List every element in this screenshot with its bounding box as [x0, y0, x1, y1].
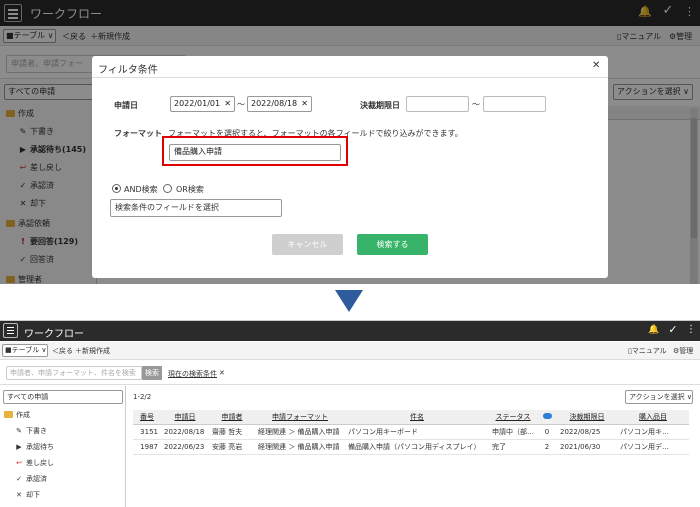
col-deadline[interactable]: 決裁期限日 — [557, 410, 617, 425]
cell-applicant: 安藤 亮岩 — [209, 439, 255, 455]
col-comments[interactable] — [537, 410, 557, 425]
cell-status: 完了 — [489, 439, 537, 455]
tree-group-create[interactable]: 作成 — [4, 410, 30, 420]
hamburger-icon[interactable] — [3, 323, 18, 338]
folder-icon — [4, 411, 13, 418]
cell-comments: 0 — [537, 424, 557, 440]
table-row[interactable]: 3151 2022/08/18 齋藤 哲夫 経理関連 ＞ 備品購入申請 パソコン… — [133, 424, 689, 440]
search-button[interactable]: 検索 — [142, 366, 162, 380]
check-icon: ✓ — [16, 475, 22, 483]
date-from-input[interactable]: 2022/01/01 ✕ — [170, 96, 235, 112]
modal-title: フィルタ条件 — [98, 65, 158, 76]
tree-item-pending[interactable]: ▶ 承認待ち — [14, 442, 54, 452]
search-button[interactable]: 検索する — [357, 234, 428, 255]
tree-item-draft[interactable]: ✎ 下書き — [14, 426, 47, 436]
play-icon: ▶ — [16, 443, 22, 451]
or-radio[interactable] — [163, 184, 172, 193]
tree-item-rejected[interactable]: ✕ 却下 — [14, 490, 40, 500]
table-header-row: 番号 申請日 申請者 申請フォーマット 件名 ステータス 決裁期限日 購入品目 — [133, 410, 689, 425]
cell-deadline: 2022/08/25 — [557, 424, 617, 440]
manual-link[interactable]: ▯マニュアル — [628, 346, 667, 356]
col-applicant[interactable]: 申請者 — [209, 410, 255, 425]
return-arrow-icon: ↩ — [16, 459, 22, 467]
deadline-from-input[interactable] — [406, 96, 469, 112]
clear-condition-icon[interactable]: ✕ — [219, 369, 225, 377]
cell-applicant: 齋藤 哲夫 — [209, 424, 255, 440]
cell-format: 経理関連 ＞ 備品購入申請 — [255, 439, 345, 455]
new-link[interactable]: ＋新規作成 — [75, 346, 110, 356]
tilde: ～ — [237, 100, 245, 109]
cell-status: 申請中（部… — [489, 424, 537, 440]
cell-apply-date: 2022/06/23 — [161, 439, 209, 455]
deadline-label: 決裁期限日 — [360, 101, 400, 110]
vertical-dots-icon[interactable]: ⋮ — [686, 324, 696, 335]
cell-comments: 2 — [537, 439, 557, 455]
format-field[interactable]: 備品購入申請 — [169, 144, 341, 161]
request-table: 番号 申請日 申請者 申請フォーマット 件名 ステータス 決裁期限日 購入品目 … — [133, 410, 689, 455]
result-count: 1-2/2 — [133, 393, 152, 401]
search-input[interactable]: 申請者、申請フォーマット、件名を検索 — [6, 366, 142, 380]
checkmark-icon[interactable]: ✓ — [666, 323, 680, 336]
bell-icon[interactable]: 🔔 — [648, 325, 660, 335]
deadline-to-input[interactable] — [483, 96, 546, 112]
comment-bubble-icon — [542, 412, 552, 419]
and-label: AND検索 — [124, 185, 158, 194]
col-number[interactable]: 番号 — [133, 410, 161, 425]
sidebar: すべての申請 作成 ✎ 下書き ▶ 承認待ち ↩ 差し戻し ✓ 承認済 ✕ 却下 — [0, 386, 126, 507]
app-header: ワークフロー 🔔 ✓ ⋮ — [0, 321, 700, 341]
top-screenshot: ワークフロー 🔔 ✓ ⋮ ■テーブル ∨ ＜戻る ＋新規作成 ▯マニュアル ⚙管… — [0, 0, 700, 284]
toolbar: ■テーブル ∨ ＜戻る ＋新規作成 ▯マニュアル ⚙管理 — [0, 342, 700, 360]
field-select[interactable]: 検索条件のフィールドを選択 — [110, 199, 282, 217]
view-select[interactable]: ■テーブル ∨ — [2, 344, 48, 357]
down-arrow-icon — [335, 290, 363, 312]
cell-number: 1987 — [133, 439, 161, 455]
col-item[interactable]: 購入品目 — [617, 410, 689, 425]
cell-subject: パソコン用キーボード — [345, 424, 489, 440]
cell-item: パソコン用デ… — [617, 439, 689, 455]
action-select[interactable]: アクションを選択 ∨ — [625, 390, 693, 404]
col-format[interactable]: 申請フォーマット — [255, 410, 345, 425]
table-row[interactable]: 1987 2022/06/23 安藤 亮岩 経理関連 ＞ 備品購入申請 備品購入… — [133, 439, 689, 455]
col-apply-date[interactable]: 申請日 — [161, 410, 209, 425]
date-to-input[interactable]: 2022/08/18 ✕ — [247, 96, 312, 112]
filter-modal: フィルタ条件 ✕ 申請日 2022/01/01 ✕ ～ 2022/08/18 ✕ 決… — [92, 56, 608, 278]
cross-icon: ✕ — [16, 491, 22, 499]
or-label: OR検索 — [176, 185, 204, 194]
cell-apply-date: 2022/08/18 — [161, 424, 209, 440]
bottom-screenshot: ワークフロー 🔔 ✓ ⋮ ■テーブル ∨ ＜戻る ＋新規作成 ▯マニュアル ⚙管… — [0, 320, 700, 507]
cell-item: パソコン用キ… — [617, 424, 689, 440]
tree-item-returned[interactable]: ↩ 差し戻し — [14, 458, 54, 468]
pencil-icon: ✎ — [16, 427, 22, 435]
cell-deadline: 2021/06/30 — [557, 439, 617, 455]
request-filter-select[interactable]: すべての申請 — [3, 390, 123, 404]
modal-header: フィルタ条件 ✕ — [92, 56, 608, 78]
apply-date-label: 申請日 — [114, 101, 138, 110]
format-label: フォーマット — [114, 129, 162, 138]
close-icon[interactable]: ✕ — [592, 60, 600, 71]
back-link[interactable]: ＜戻る — [52, 346, 73, 356]
clear-icon[interactable]: ✕ — [224, 97, 231, 111]
app-title: ワークフロー — [24, 329, 84, 340]
cancel-button[interactable]: キャンセル — [272, 234, 343, 255]
cell-number: 3151 — [133, 424, 161, 440]
tilde: ～ — [472, 100, 480, 109]
col-subject[interactable]: 件名 — [345, 410, 489, 425]
and-radio[interactable] — [112, 184, 121, 193]
col-status[interactable]: ステータス — [489, 410, 537, 425]
main-area: 1-2/2 アクションを選択 ∨ 番号 申請日 申請者 申請フォーマット 件名 … — [127, 386, 700, 507]
current-condition-link[interactable]: 現在の検索条件 — [168, 369, 217, 379]
clear-icon[interactable]: ✕ — [301, 97, 308, 111]
search-bar: 申請者、申請フォーマット、件名を検索 検索 現在の検索条件 ✕ — [0, 361, 700, 385]
cell-subject: 備品購入申請（パソコン用ディスプレイ） — [345, 439, 489, 455]
cell-format: 経理関連 ＞ 備品購入申請 — [255, 424, 345, 440]
tree-item-approved[interactable]: ✓ 承認済 — [14, 474, 47, 484]
admin-link[interactable]: ⚙管理 — [673, 346, 693, 356]
